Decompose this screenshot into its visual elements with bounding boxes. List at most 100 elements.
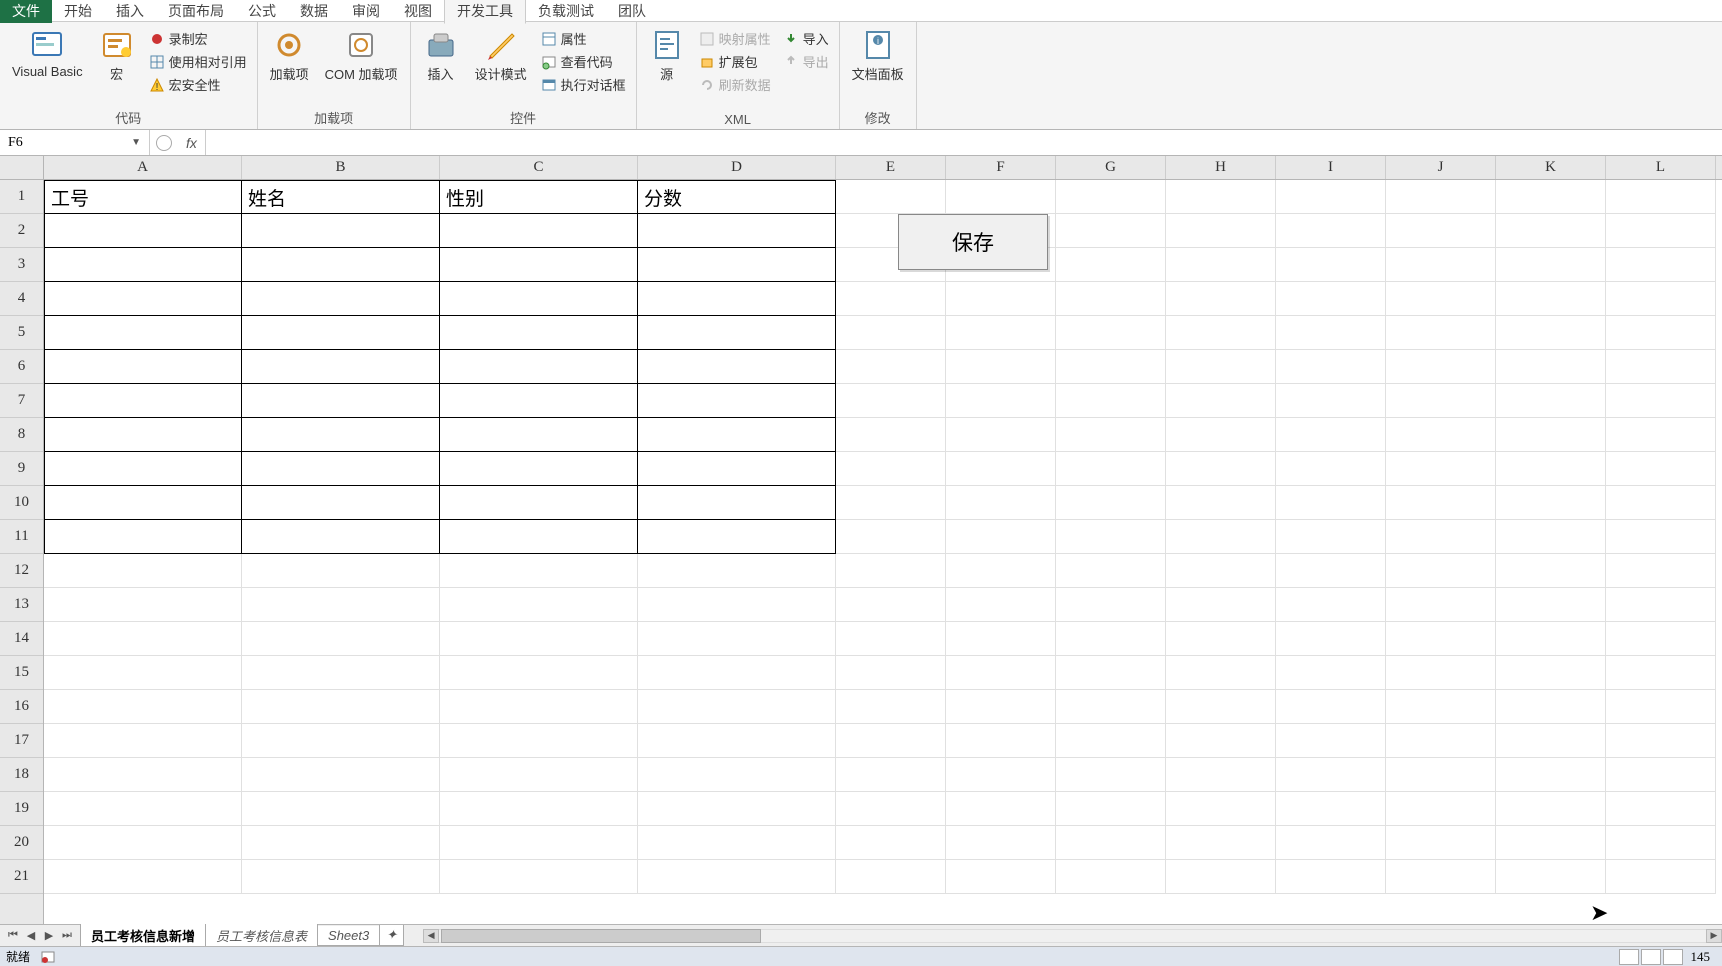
cell-C1[interactable]: 性别 (440, 180, 638, 214)
cell-F7[interactable] (946, 384, 1056, 418)
cell-L4[interactable] (1606, 282, 1716, 316)
cell-I21[interactable] (1276, 860, 1386, 894)
cell-D2[interactable] (638, 214, 836, 248)
tab-insert[interactable]: 插入 (104, 0, 156, 23)
sheet-nav-prev[interactable]: ◀ (22, 927, 40, 945)
tab-review[interactable]: 审阅 (340, 0, 392, 23)
cell-K1[interactable] (1496, 180, 1606, 214)
cell-J19[interactable] (1386, 792, 1496, 826)
expansion-button[interactable]: 扩展包 (695, 51, 775, 72)
cell-K4[interactable] (1496, 282, 1606, 316)
cell-F17[interactable] (946, 724, 1056, 758)
row-header-20[interactable]: 20 (0, 826, 43, 860)
cell-H11[interactable] (1166, 520, 1276, 554)
cell-C11[interactable] (440, 520, 638, 554)
cell-C14[interactable] (440, 622, 638, 656)
cell-A3[interactable] (44, 248, 242, 282)
map-properties-button[interactable]: 映射属性 (695, 28, 775, 49)
cell-B13[interactable] (242, 588, 440, 622)
cell-G5[interactable] (1056, 316, 1166, 350)
cell-G1[interactable] (1056, 180, 1166, 214)
cell-K13[interactable] (1496, 588, 1606, 622)
cell-A8[interactable] (44, 418, 242, 452)
cell-H9[interactable] (1166, 452, 1276, 486)
cell-G14[interactable] (1056, 622, 1166, 656)
cell-F20[interactable] (946, 826, 1056, 860)
zoom-level[interactable]: 145 (1685, 949, 1717, 965)
hscroll-thumb[interactable] (441, 929, 761, 943)
cell-G16[interactable] (1056, 690, 1166, 724)
cell-J4[interactable] (1386, 282, 1496, 316)
export-button[interactable]: 导出 (779, 51, 833, 72)
cell-L1[interactable] (1606, 180, 1716, 214)
cell-J13[interactable] (1386, 588, 1496, 622)
col-header-A[interactable]: A (44, 156, 242, 179)
cell-E12[interactable] (836, 554, 946, 588)
cell-D14[interactable] (638, 622, 836, 656)
cell-H19[interactable] (1166, 792, 1276, 826)
import-button[interactable]: 导入 (779, 28, 833, 49)
cell-I5[interactable] (1276, 316, 1386, 350)
cell-J14[interactable] (1386, 622, 1496, 656)
use-relative-button[interactable]: 使用相对引用 (145, 51, 251, 72)
cell-J2[interactable] (1386, 214, 1496, 248)
cell-B16[interactable] (242, 690, 440, 724)
formula-input[interactable] (206, 130, 1722, 155)
cell-E7[interactable] (836, 384, 946, 418)
doc-panel-button[interactable]: i 文档面板 (846, 26, 910, 85)
cell-G2[interactable] (1056, 214, 1166, 248)
cell-H7[interactable] (1166, 384, 1276, 418)
cell-C20[interactable] (440, 826, 638, 860)
cell-J10[interactable] (1386, 486, 1496, 520)
cell-L2[interactable] (1606, 214, 1716, 248)
cell-J7[interactable] (1386, 384, 1496, 418)
horizontal-scrollbar[interactable]: ◀ ▶ (423, 927, 1722, 945)
sheet-tab-2[interactable]: Sheet3 (317, 926, 380, 946)
refresh-data-button[interactable]: 刷新数据 (695, 74, 775, 95)
cell-F15[interactable] (946, 656, 1056, 690)
cell-K6[interactable] (1496, 350, 1606, 384)
cell-L15[interactable] (1606, 656, 1716, 690)
cell-D12[interactable] (638, 554, 836, 588)
visual-basic-button[interactable]: Visual Basic (6, 26, 89, 81)
cell-I10[interactable] (1276, 486, 1386, 520)
cell-A4[interactable] (44, 282, 242, 316)
cell-K17[interactable] (1496, 724, 1606, 758)
cell-L18[interactable] (1606, 758, 1716, 792)
cell-F9[interactable] (946, 452, 1056, 486)
cell-G13[interactable] (1056, 588, 1166, 622)
addins-button[interactable]: 加载项 (264, 26, 315, 85)
cell-C6[interactable] (440, 350, 638, 384)
cell-F16[interactable] (946, 690, 1056, 724)
cell-H12[interactable] (1166, 554, 1276, 588)
cell-K7[interactable] (1496, 384, 1606, 418)
cell-K14[interactable] (1496, 622, 1606, 656)
row-header-10[interactable]: 10 (0, 486, 43, 520)
cell-E21[interactable] (836, 860, 946, 894)
xml-source-button[interactable]: 源 (643, 26, 691, 85)
properties-button[interactable]: 属性 (537, 28, 630, 49)
cell-A17[interactable] (44, 724, 242, 758)
cell-C4[interactable] (440, 282, 638, 316)
cell-C13[interactable] (440, 588, 638, 622)
view-page-break-button[interactable] (1663, 949, 1683, 965)
cell-K15[interactable] (1496, 656, 1606, 690)
cell-I8[interactable] (1276, 418, 1386, 452)
cell-A13[interactable] (44, 588, 242, 622)
cell-L3[interactable] (1606, 248, 1716, 282)
tab-page-layout[interactable]: 页面布局 (156, 0, 236, 23)
cell-L16[interactable] (1606, 690, 1716, 724)
cell-D9[interactable] (638, 452, 836, 486)
sheet-nav-last[interactable]: ⏭ (58, 927, 76, 945)
cell-I14[interactable] (1276, 622, 1386, 656)
cell-I9[interactable] (1276, 452, 1386, 486)
cell-C7[interactable] (440, 384, 638, 418)
cell-A20[interactable] (44, 826, 242, 860)
cell-J3[interactable] (1386, 248, 1496, 282)
tab-file[interactable]: 文件 (0, 0, 52, 23)
cell-B14[interactable] (242, 622, 440, 656)
cell-H16[interactable] (1166, 690, 1276, 724)
cell-L12[interactable] (1606, 554, 1716, 588)
cell-K11[interactable] (1496, 520, 1606, 554)
tab-load-test[interactable]: 负载测试 (526, 0, 606, 23)
